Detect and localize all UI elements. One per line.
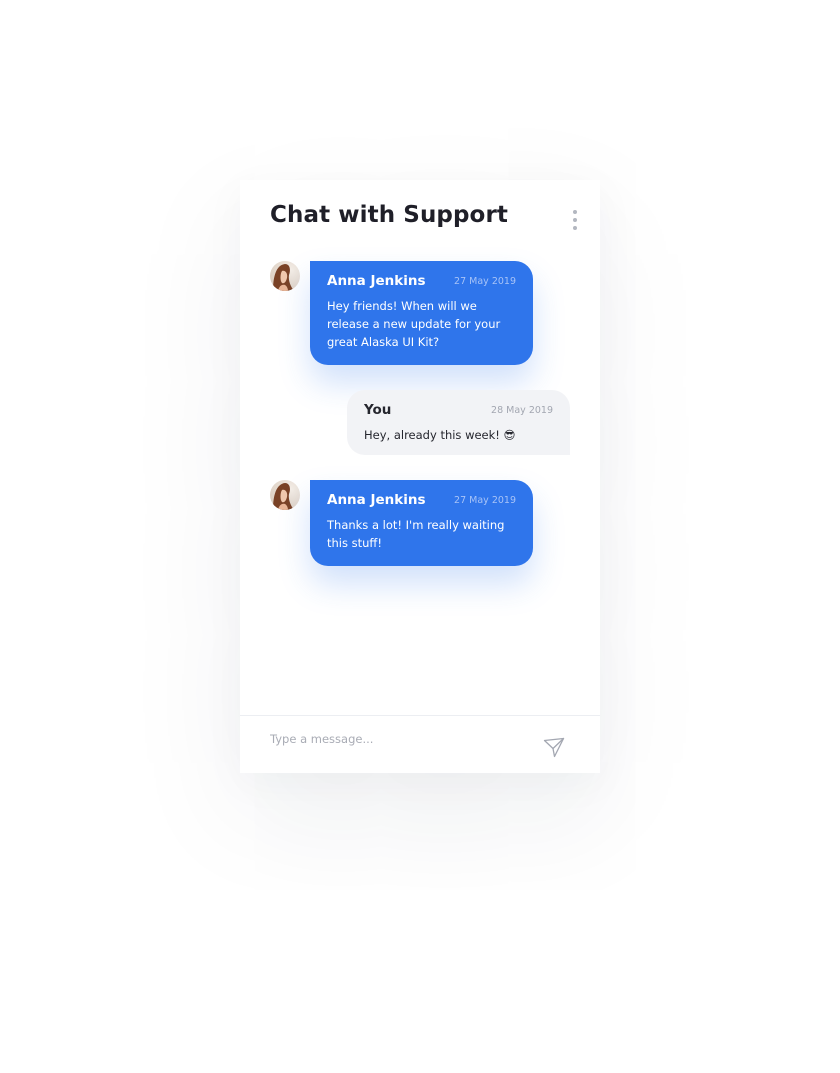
message-text: Hey, already this week! 😎 xyxy=(364,428,516,442)
message-text: Thanks a lot! I'm really waiting this st… xyxy=(327,518,505,550)
avatar-anna-jenkins[interactable] xyxy=(270,480,300,510)
message-date: 28 May 2019 xyxy=(491,405,553,416)
chat-title: Chat with Support xyxy=(270,202,508,228)
message-header: Anna Jenkins 27 May 2019 xyxy=(327,273,516,293)
chat-window: Chat with Support Anna Jenkins 27 May 20… xyxy=(240,180,600,773)
message-bubble: Anna Jenkins 27 May 2019 Thanks a lot! I… xyxy=(310,480,533,566)
menu-dot xyxy=(573,218,577,222)
avatar-anna-jenkins[interactable] xyxy=(270,261,300,291)
message-date: 27 May 2019 xyxy=(454,276,516,287)
menu-dot xyxy=(573,210,577,214)
page-background: Chat with Support Anna Jenkins 27 May 20… xyxy=(0,0,840,1073)
message-bubble: Anna Jenkins 27 May 2019 Hey friends! Wh… xyxy=(310,261,533,365)
message-input[interactable] xyxy=(270,728,520,750)
message-header: You 28 May 2019 xyxy=(364,402,553,422)
send-icon[interactable] xyxy=(542,736,566,760)
paper-plane-icon xyxy=(543,737,565,758)
chat-header: Chat with Support xyxy=(270,202,580,236)
message-composer xyxy=(240,715,600,774)
message-header: Anna Jenkins 27 May 2019 xyxy=(327,492,516,512)
more-options-icon[interactable] xyxy=(570,210,580,230)
message-date: 27 May 2019 xyxy=(454,495,516,506)
message-sender: Anna Jenkins xyxy=(327,273,426,289)
user-avatar-photo-icon xyxy=(270,261,300,291)
message-sender: Anna Jenkins xyxy=(327,492,426,508)
message-sender: You xyxy=(364,402,392,418)
menu-dot xyxy=(573,226,577,230)
user-avatar-photo-icon xyxy=(270,480,300,510)
message-text: Hey friends! When will we release a new … xyxy=(327,299,501,349)
message-bubble-outgoing: You 28 May 2019 Hey, already this week! … xyxy=(347,390,570,455)
